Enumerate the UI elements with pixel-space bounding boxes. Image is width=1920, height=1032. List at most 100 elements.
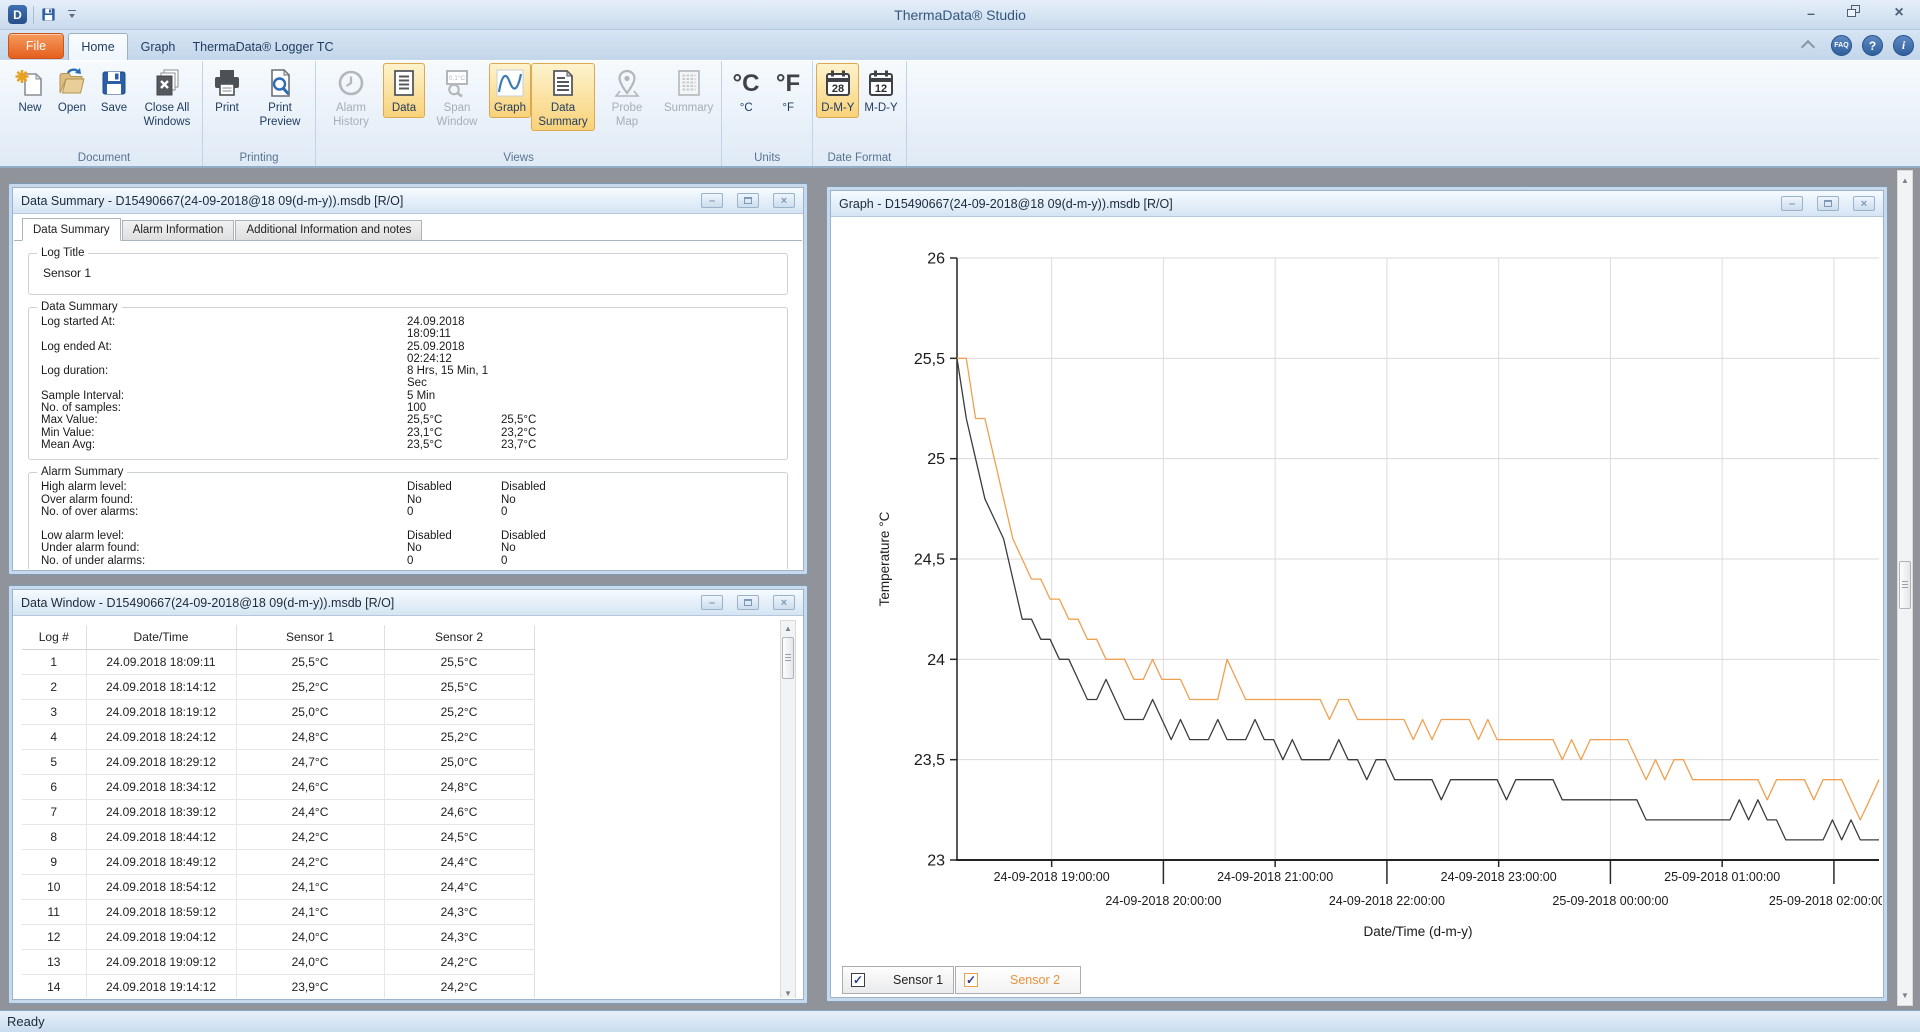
tab-thermadata-logger-tc[interactable]: ThermaData® Logger TC [188,33,338,60]
data-table-scrollbar[interactable]: ▲ ▼ [780,620,796,998]
checkbox-checked-icon[interactable]: ✓ [851,973,865,987]
restore-button[interactable] [737,595,759,610]
data-summary-groupbox: Data Summary Log started At:24.09.2018 1… [28,307,788,460]
tab-alarm-information[interactable]: Alarm Information [122,220,235,241]
print-icon [211,67,243,99]
table-cell: 24,1°C [236,899,384,924]
table-cell: 24,8°C [236,724,384,749]
scroll-up-icon[interactable]: ▲ [1898,173,1912,188]
scroll-up-icon[interactable]: ▲ [781,621,795,636]
close-button[interactable]: × [1853,196,1875,211]
legend-sensor1-toggle[interactable]: ✓ Sensor 1 [842,966,954,994]
ribbon-button-label: Summary [664,102,713,116]
ribbon-button--c[interactable]: °C°C [725,63,767,118]
ribbon-button-save[interactable]: Save [93,63,135,118]
ribbon-button-label: Print Preview [253,102,307,129]
minimize-button[interactable]: – [701,193,723,208]
svg-text:24: 24 [927,652,945,669]
table-row[interactable]: 424.09.2018 18:24:1224,8°C25,2°C [22,724,534,749]
svg-text:Temperature °C: Temperature °C [877,511,892,606]
tab-graph[interactable]: Graph [132,33,184,60]
legend-sensor2-toggle[interactable]: ✓ Sensor 2 [955,966,1081,994]
ribbon-button-print[interactable]: Print [206,63,248,118]
table-row[interactable]: 124.09.2018 18:09:1125,5°C25,5°C [22,649,534,674]
table-row[interactable]: 724.09.2018 18:39:1224,4°C24,6°C [22,799,534,824]
ribbon-button-graph[interactable]: Graph [489,63,531,118]
ribbon-button-close-all-windows[interactable]: Close All Windows [135,63,199,131]
workspace-scrollbar[interactable]: ▲ ▼ [1897,170,1913,1006]
table-row[interactable]: 824.09.2018 18:44:1224,2°C24,5°C [22,824,534,849]
ribbon-button-print-preview[interactable]: Print Preview [248,63,312,131]
legend-sensor2-label: Sensor 2 [1010,973,1060,987]
svg-text:25-09-2018 01:00:00: 25-09-2018 01:00:00 [1664,870,1780,884]
ribbon-button-data-summary[interactable]: Data Summary [531,63,595,131]
table-row[interactable]: 1424.09.2018 19:14:1223,9°C24,2°C [22,974,534,998]
table-row[interactable]: 1324.09.2018 19:09:1224,0°C24,2°C [22,949,534,974]
data-summary-label: Data Summary [37,301,122,313]
scrollbar-thumb[interactable] [782,637,794,679]
help-button[interactable]: ? [1862,35,1883,56]
ribbon-button-label: Close All Windows [140,102,194,129]
close-button[interactable]: × [1888,4,1910,22]
table-cell: 24.09.2018 18:19:12 [86,699,236,724]
svg-text:25-09-2018 02:00:00: 25-09-2018 02:00:00 [1769,894,1882,908]
ribbon-group-document: NewOpenSaveClose All Windows Document [6,61,203,167]
table-row[interactable]: 1124.09.2018 18:59:1224,1°C24,3°C [22,899,534,924]
data-window-titlebar[interactable]: Data Window - D15490667(24-09-2018@18 09… [13,590,803,616]
scroll-down-icon[interactable]: ▼ [1898,988,1912,1003]
data-summary-window: Data Summary - D15490667(24-09-2018@18 0… [8,183,808,575]
ribbon-button-m-d-y[interactable]: 12M-D-Y [859,63,902,118]
scroll-down-icon[interactable]: ▼ [781,986,795,998]
tab-data-summary[interactable]: Data Summary [22,218,121,241]
close-button[interactable]: × [773,595,795,610]
table-row[interactable]: 924.09.2018 18:49:1224,2°C24,4°C [22,849,534,874]
checkbox-checked-icon[interactable]: ✓ [964,973,978,987]
table-row[interactable]: 224.09.2018 18:14:1225,2°C25,5°C [22,674,534,699]
table-row[interactable]: 624.09.2018 18:34:1224,6°C24,8°C [22,774,534,799]
table-cell: 24,0°C [236,924,384,949]
ribbon-button--f[interactable]: °F°F [767,63,809,118]
column-header-sensor-1[interactable]: Sensor 1 [236,625,384,649]
summary-row: Over alarm found:NoNo [41,494,777,506]
summary-icon [673,67,705,99]
ribbon-button-data[interactable]: Data [383,63,425,118]
column-header-date-time[interactable]: Date/Time [86,625,236,649]
table-cell: 3 [22,699,86,724]
ribbon-button-new[interactable]: New [9,63,51,118]
data-summary-window-titlebar[interactable]: Data Summary - D15490667(24-09-2018@18 0… [13,188,803,214]
alarm-summary-label: Alarm Summary [37,466,127,478]
ribbon-group-label: Document [9,150,199,167]
table-row[interactable]: 524.09.2018 18:29:1224,7°C25,0°C [22,749,534,774]
scrollbar-thumb[interactable] [1899,561,1911,609]
table-row[interactable]: 1224.09.2018 19:04:1224,0°C24,3°C [22,924,534,949]
table-cell: 24.09.2018 18:24:12 [86,724,236,749]
tab-home[interactable]: Home [68,33,128,60]
minimize-button[interactable]: – [1800,4,1822,22]
restore-button[interactable] [1817,196,1839,211]
ribbon-button-d-m-y[interactable]: 28D-M-Y [816,63,859,118]
info-button[interactable]: i [1893,35,1914,56]
graph-window-titlebar[interactable]: Graph - D15490667(24-09-2018@18 09(d-m-y… [831,191,1883,217]
svg-text:25,5: 25,5 [914,351,945,368]
minimize-button[interactable]: – [1781,196,1803,211]
tab-additional-information[interactable]: Additional Information and notes [235,220,422,241]
table-row[interactable]: 324.09.2018 18:19:1225,0°C25,2°C [22,699,534,724]
table-row[interactable]: 1024.09.2018 18:54:1224,1°C24,4°C [22,874,534,899]
table-cell: 24,5°C [384,824,534,849]
close-button[interactable]: × [773,193,795,208]
table-cell: 24,0°C [236,949,384,974]
restore-icon [744,599,752,606]
ribbon-button-label: D-M-Y [821,102,854,116]
column-header-log-[interactable]: Log # [22,625,86,649]
ribbon-group-label: Printing [206,150,312,167]
minimize-button[interactable]: – [701,595,723,610]
restore-button[interactable] [737,193,759,208]
svg-text:25: 25 [927,451,945,468]
ribbon-button-open[interactable]: Open [51,63,93,118]
faq-button[interactable]: FAQ [1831,35,1852,56]
collapse-ribbon-icon[interactable] [1801,41,1815,50]
column-header-sensor-2[interactable]: Sensor 2 [384,625,534,649]
tab-file[interactable]: File [8,33,64,59]
restore-button[interactable] [1844,4,1866,22]
svg-text:24-09-2018 22:00:00: 24-09-2018 22:00:00 [1329,894,1445,908]
